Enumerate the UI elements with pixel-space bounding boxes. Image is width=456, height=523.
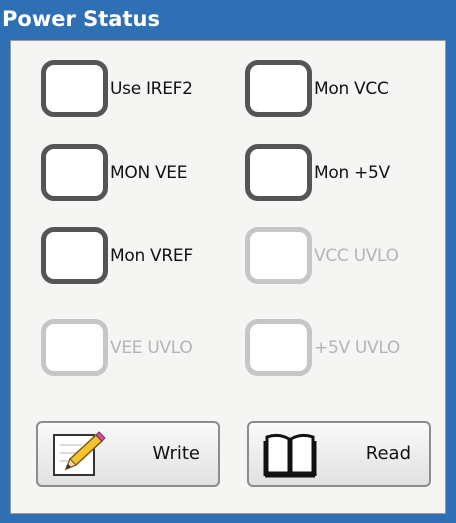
checkbox-label: Mon +5V <box>314 162 390 183</box>
checkbox-box <box>245 319 312 376</box>
checkbox-box[interactable] <box>245 144 312 201</box>
power-status-panel: Use IREF2 Mon VCC MON VEE Mon +5V Mon VR… <box>10 40 446 514</box>
power-status-window: Power Status Use IREF2 Mon VCC MON VEE M… <box>0 0 456 523</box>
checkbox-label: MON VEE <box>110 162 188 183</box>
checkbox-vee-uvlo: VEE UVLO <box>41 319 193 376</box>
open-book-icon <box>263 433 317 478</box>
checkbox-label: Use IREF2 <box>110 78 193 99</box>
pencil-paper-icon <box>53 431 106 476</box>
checkbox-box[interactable] <box>41 227 108 284</box>
checkbox-box <box>245 227 312 284</box>
checkbox-mon-vee[interactable]: MON VEE <box>41 144 187 201</box>
checkbox-mon-vref[interactable]: Mon VREF <box>41 227 193 284</box>
checkbox-label: VEE UVLO <box>110 337 193 358</box>
read-button[interactable]: Read <box>247 421 431 487</box>
window-title: Power Status <box>2 7 160 31</box>
read-button-label: Read <box>365 443 411 464</box>
checkbox-label: Mon VCC <box>314 78 389 99</box>
checkbox-use-iref2[interactable]: Use IREF2 <box>41 60 193 117</box>
checkbox-5v-uvlo: +5V UVLO <box>245 319 400 376</box>
checkbox-box <box>41 319 108 376</box>
checkbox-label: Mon VREF <box>110 245 193 266</box>
checkbox-vcc-uvlo: VCC UVLO <box>245 227 399 284</box>
checkbox-box[interactable] <box>41 144 108 201</box>
write-button[interactable]: Write <box>36 421 220 487</box>
checkbox-label: +5V UVLO <box>314 337 401 358</box>
checkbox-mon-vcc[interactable]: Mon VCC <box>245 60 389 117</box>
checkbox-box[interactable] <box>41 60 108 117</box>
write-button-label: Write <box>152 443 200 464</box>
checkbox-mon-5v[interactable]: Mon +5V <box>245 144 390 201</box>
checkbox-label: VCC UVLO <box>314 245 399 266</box>
checkbox-box[interactable] <box>245 60 312 117</box>
